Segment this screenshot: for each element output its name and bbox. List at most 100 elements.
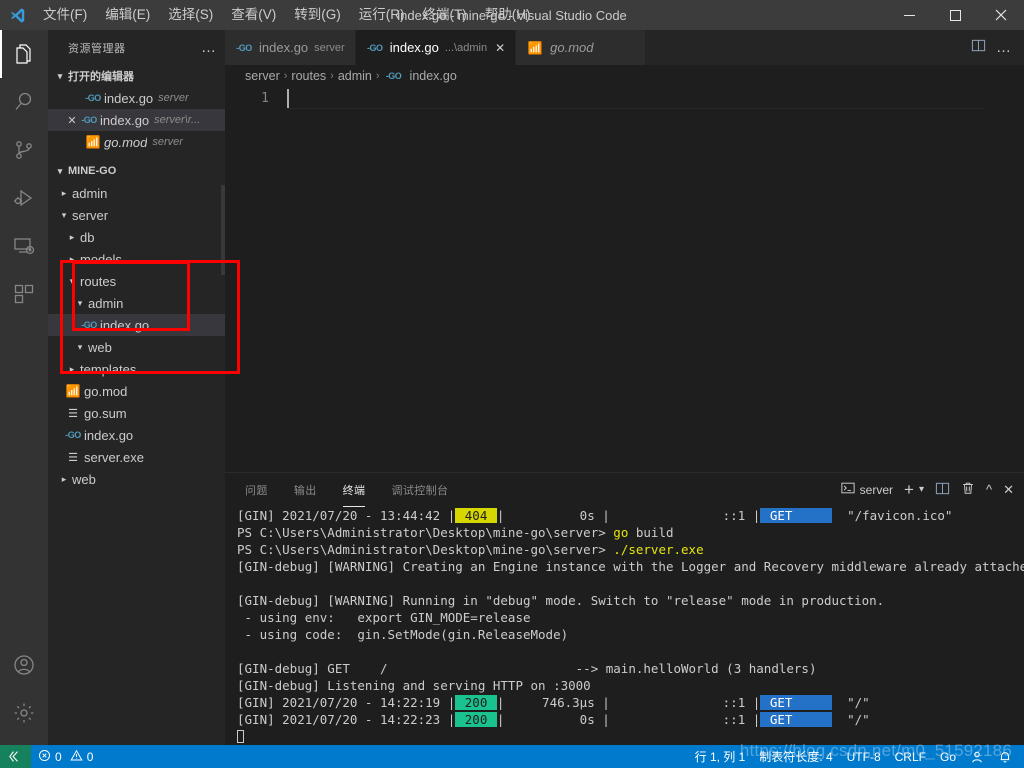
menu-view[interactable]: 查看(V) (222, 0, 285, 30)
status-encoding[interactable]: UTF-8 (840, 745, 888, 768)
open-editor-desc: server\r... (154, 114, 201, 126)
activity-account-icon[interactable] (0, 641, 48, 689)
tree-file-server-exe[interactable]: ☰ server.exe (48, 446, 225, 468)
tree-item-label: templates (80, 361, 137, 377)
terminal-text: - using env: export GIN_MODE=release (237, 610, 531, 625)
terminal-line: [GIN-debug] [WARNING] Creating an Engine… (237, 558, 1024, 575)
terminal-text: - using code: gin.SetMode(gin.ReleaseMod… (237, 627, 569, 642)
panel-tab-terminal[interactable]: 终端 (342, 472, 366, 507)
window-controls[interactable] (886, 0, 1024, 30)
tree-item-label: server.exe (84, 449, 144, 465)
chevron-down-icon[interactable]: ▾ (919, 484, 924, 495)
terminal-text: build (628, 525, 674, 540)
terminal-text: "/" (832, 712, 870, 727)
go-file-icon: -GO (81, 320, 97, 330)
menu-bar[interactable]: 文件(F) 编辑(E) 选择(S) 查看(V) 转到(G) 运行(R) 终端(T… (34, 0, 540, 30)
tree-folder-db[interactable]: ▸ db (48, 226, 225, 248)
activity-explorer-icon[interactable] (0, 30, 48, 78)
editor-tab-index-go-server[interactable]: -GO index.go server (225, 30, 356, 65)
editor-more-actions-icon[interactable]: … (996, 40, 1012, 55)
terminal-text: | 0s | ::1 | (496, 508, 761, 523)
status-notifications-bell-icon[interactable] (991, 745, 1024, 768)
project-section-header[interactable]: ▾ MINE-GO (48, 160, 225, 182)
maximize-button[interactable] (932, 0, 978, 30)
menu-run[interactable]: 运行(R) (350, 0, 414, 30)
terminal-highlight: GET (760, 695, 833, 710)
close-editor-icon[interactable]: ✕ (64, 114, 80, 127)
activity-extensions-icon[interactable] (0, 270, 48, 318)
tree-folder-server[interactable]: ▾ server (48, 204, 225, 226)
tree-file-index-go[interactable]: -GO index.go (48, 424, 225, 446)
open-editor-item-0[interactable]: -GO index.go server (48, 87, 225, 109)
panel-tab-debug-console[interactable]: 调试控制台 (391, 472, 448, 507)
status-cursor-position[interactable]: 行 1, 列 1 (688, 745, 753, 768)
open-editors-section-header[interactable]: ▾ 打开的编辑器 (48, 65, 225, 87)
minimize-button[interactable] (886, 0, 932, 30)
chevron-down-icon: ▾ (69, 275, 75, 286)
activity-bar (0, 30, 48, 745)
activity-source-control-icon[interactable] (0, 126, 48, 174)
menu-selection[interactable]: 选择(S) (159, 0, 222, 30)
tree-folder-routes[interactable]: ▾ routes (48, 270, 225, 292)
terminal-prompt-cursor[interactable] (237, 728, 1024, 745)
tree-file-go-mod[interactable]: 📶 go.mod (48, 380, 225, 402)
status-remote-window-icon[interactable] (0, 745, 31, 768)
split-editor-icon[interactable] (971, 38, 986, 58)
close-panel-icon[interactable]: ✕ (1003, 482, 1014, 498)
breadcrumb-separator-icon: › (375, 70, 380, 82)
terminal-line: [GIN-debug] GET / --> main.helloWorld (3… (237, 660, 1024, 677)
activity-run-debug-icon[interactable] (0, 174, 48, 222)
tree-folder-templates[interactable]: ▸ templates (48, 358, 225, 380)
tree-folder-models[interactable]: ▸ models (48, 248, 225, 270)
tree-folder-web[interactable]: ▸ web (48, 468, 225, 490)
panel-tab-problems[interactable]: 问题 (245, 472, 268, 507)
editor-tab-index-go-admin[interactable]: -GO index.go ...\admin ✕ (355, 30, 517, 65)
tree-folder-admin[interactable]: ▾ admin (48, 292, 225, 314)
go-mod-icon: 📶 (527, 40, 543, 55)
status-problems[interactable]: 0 0 (31, 745, 100, 768)
code-editor[interactable]: 1 (225, 87, 1024, 463)
tree-folder-admin[interactable]: ▸ admin (48, 182, 225, 204)
terminal-line: [GIN] 2021/07/20 - 14:22:19 | 200 | 746.… (237, 694, 1024, 711)
open-editor-item-1[interactable]: ✕ -GO index.go server\r... (48, 109, 225, 131)
menu-file[interactable]: 文件(F) (34, 0, 96, 30)
editor-tab-go-mod[interactable]: 📶 go.mod (516, 30, 647, 65)
new-terminal-icon[interactable]: + (904, 480, 914, 500)
activity-remote-explorer-icon[interactable] (0, 222, 48, 270)
kill-terminal-icon[interactable] (961, 481, 975, 498)
close-button[interactable] (978, 0, 1024, 30)
explorer-more-actions-icon[interactable]: … (201, 39, 217, 56)
open-editor-item-2[interactable]: 📶 go.mod server (48, 131, 225, 153)
tree-file-go-sum[interactable]: ☰ go.sum (48, 402, 225, 424)
menu-help[interactable]: 帮助(H) (476, 0, 540, 30)
chevron-down-icon: ▾ (61, 209, 67, 220)
tree-file-index-go[interactable]: -GO index.go (48, 314, 225, 336)
status-language-mode[interactable]: Go (933, 745, 963, 768)
activity-settings-gear-icon[interactable] (0, 689, 48, 737)
activity-search-icon[interactable] (0, 78, 48, 126)
tree-item-label: go.mod (84, 383, 128, 399)
menu-go[interactable]: 转到(G) (285, 0, 350, 30)
status-indentation[interactable]: 制表符长度: 4 (752, 745, 839, 768)
split-terminal-icon[interactable] (935, 481, 950, 499)
terminal-line: - using env: export GIN_MODE=release (237, 609, 1024, 626)
status-eol[interactable]: CRLF (888, 745, 933, 768)
panel-tab-output[interactable]: 输出 (294, 472, 317, 507)
tab-close-icon[interactable]: ✕ (495, 41, 505, 55)
terminal-highlight: 200 (455, 695, 497, 710)
terminal-highlight: 404 (455, 508, 497, 523)
breadcrumb-item-server[interactable]: server (245, 69, 280, 83)
menu-terminal[interactable]: 终端(T) (414, 0, 476, 30)
menu-edit[interactable]: 编辑(E) (96, 0, 159, 30)
status-feedback-icon[interactable] (963, 745, 991, 768)
maximize-panel-icon[interactable]: ^ (986, 482, 992, 497)
tree-folder-web[interactable]: ▾ web (48, 336, 225, 358)
terminal-selector[interactable]: server (841, 481, 893, 498)
terminal-text: "/" (832, 695, 870, 710)
breadcrumb-item-admin[interactable]: admin (338, 69, 372, 83)
breadcrumb-item-index-go[interactable]: index.go (410, 69, 457, 83)
breadcrumb-item-routes[interactable]: routes (291, 69, 326, 83)
terminal-output[interactable]: [GIN] 2021/07/20 - 13:44:42 | 404 | 0s |… (225, 507, 1024, 745)
